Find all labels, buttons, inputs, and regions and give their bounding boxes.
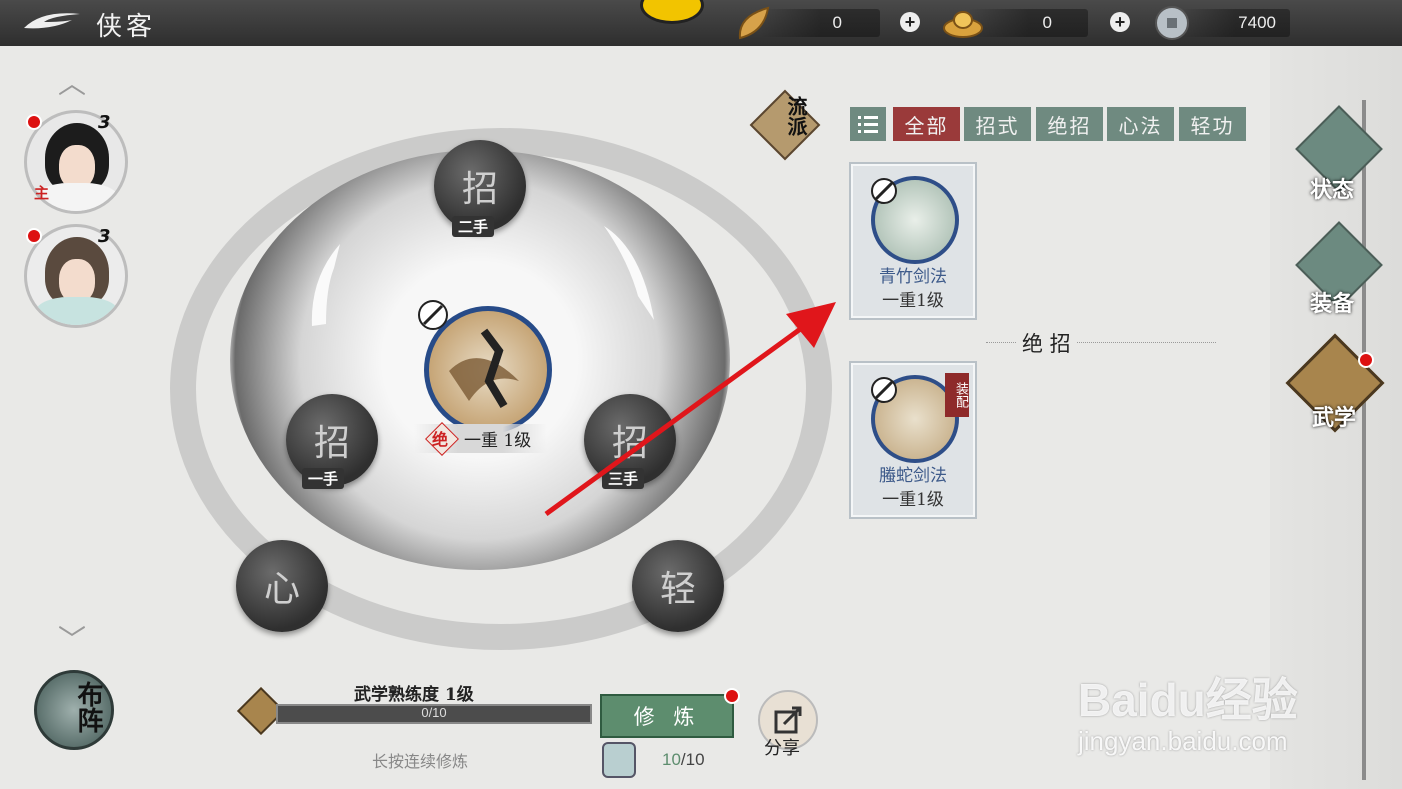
nav-rail xyxy=(1362,100,1366,780)
list-icon xyxy=(858,116,878,133)
skill-card[interactable]: 装配 螣蛇剑法 一重1级 xyxy=(849,361,977,519)
train-button[interactable]: 修 炼 xyxy=(600,694,734,738)
notification-dot xyxy=(1358,352,1374,368)
slot-caption: 二手 xyxy=(452,216,495,237)
book-count: 10/10 xyxy=(662,750,705,770)
nav-martial-label: 武学 xyxy=(1312,405,1357,431)
school-label: 流派 xyxy=(784,96,808,136)
manual-book-icon xyxy=(602,742,636,778)
back-icon[interactable] xyxy=(22,8,82,38)
add-currency-button[interactable]: + xyxy=(900,12,920,32)
rotate-arrow-icon xyxy=(311,244,340,326)
share-label: 分享 xyxy=(764,738,800,759)
tab-moves[interactable]: 招式 xyxy=(964,107,1031,141)
annotation-arrow-icon xyxy=(544,302,836,517)
notification-dot xyxy=(26,114,42,130)
book-current: 10 xyxy=(662,750,681,769)
formation-label: 布阵 xyxy=(73,681,103,733)
tab-inner-arts[interactable]: 心法 xyxy=(1107,107,1174,141)
baidu-watermark-url: jingyan.baidu.com xyxy=(1078,726,1288,756)
tab-ultimates[interactable]: 绝招 xyxy=(1036,107,1103,141)
page-title: 侠客 xyxy=(96,12,157,42)
skill-level: 一重1级 xyxy=(882,490,944,510)
member-level: 3 xyxy=(98,226,111,247)
slot-glyph: 心 xyxy=(263,569,300,610)
notification-dot xyxy=(724,688,740,704)
currency-value: 0 xyxy=(832,13,842,32)
sword-badge-icon xyxy=(871,178,897,204)
currency-value: 7400 xyxy=(1238,13,1276,32)
copper-coin-icon xyxy=(1155,6,1189,40)
book-max: /10 xyxy=(680,750,705,769)
center-level-row: 绝 一重 1级 xyxy=(414,421,548,456)
center-level: 一重 1级 xyxy=(464,431,532,451)
member-level: 3 xyxy=(98,112,111,133)
slot-glyph: 招 xyxy=(313,423,350,464)
sword-badge-icon xyxy=(418,300,448,330)
list-view-button[interactable] xyxy=(850,107,886,141)
ultimate-badge: 绝 xyxy=(432,430,449,449)
skill-slot-inner-art[interactable]: 心 xyxy=(236,540,328,632)
baidu-watermark: Baidu经验 xyxy=(1078,674,1298,726)
proficiency-progress: 0/10 xyxy=(421,705,447,720)
skill-level: 一重1级 xyxy=(882,291,944,311)
tab-all[interactable]: 全部 xyxy=(893,107,960,141)
skill-slot-movement[interactable]: 轻 xyxy=(632,540,724,632)
section-header: 绝 招 xyxy=(1016,328,1077,358)
notification-dot xyxy=(26,228,42,244)
hold-hint: 长按连续修炼 xyxy=(372,752,469,771)
skill-card[interactable]: 青竹剑法 一重1级 xyxy=(849,162,977,320)
scroll-up-icon[interactable]: ︿ xyxy=(58,62,86,102)
equipped-tag: 装配 xyxy=(945,373,969,417)
top-bar: 侠客 0 + 0 + 7400 xyxy=(0,0,1402,46)
scroll-down-icon[interactable]: ﹀ xyxy=(58,618,86,658)
skill-name: 螣蛇剑法 xyxy=(879,466,947,486)
nav-status-label: 状态 xyxy=(1310,177,1355,203)
proficiency-bar: 0/10 xyxy=(276,704,592,724)
slot-glyph: 轻 xyxy=(659,569,696,610)
slot-caption: 一手 xyxy=(302,468,345,489)
tab-movement[interactable]: 轻功 xyxy=(1179,107,1246,141)
formation-button[interactable]: 布阵 xyxy=(34,670,114,750)
skill-name: 青竹剑法 xyxy=(879,267,947,287)
nav-equipment-label: 装备 xyxy=(1310,291,1355,317)
sword-badge-icon xyxy=(871,377,897,403)
add-currency-button[interactable]: + xyxy=(1110,12,1130,32)
currency-value: 0 xyxy=(1042,13,1052,32)
event-badge-icon[interactable] xyxy=(640,0,704,24)
leader-tag: 主 xyxy=(34,184,50,202)
slot-glyph: 招 xyxy=(461,169,498,210)
proficiency-title: 武学熟练度 1级 xyxy=(354,685,474,705)
